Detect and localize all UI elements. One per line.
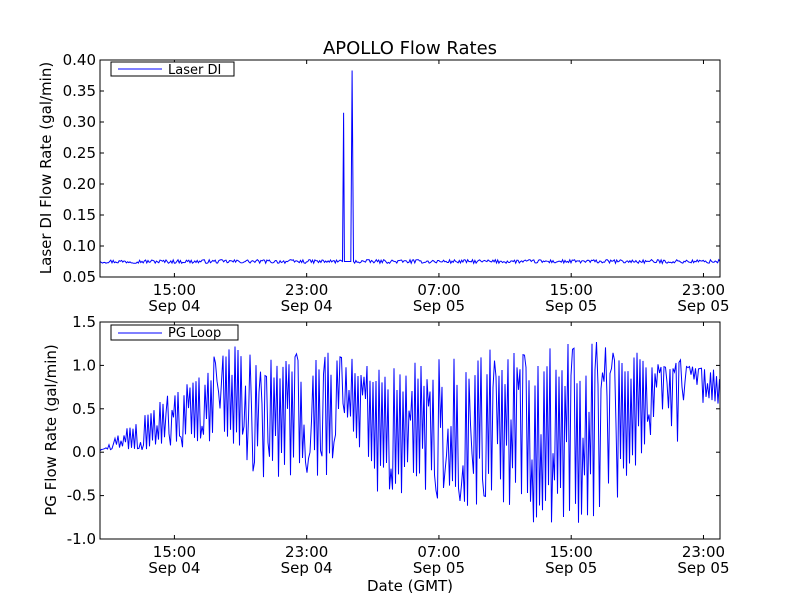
x-tick-date-label: Sep 04 — [281, 559, 333, 577]
x-tick-date-label: Sep 04 — [281, 297, 333, 315]
y-tick-label: -1.0 — [67, 530, 96, 548]
laser-di-y-axis-label: Laser DI Flow Rate (gal/min) — [37, 62, 55, 274]
chart-title: APOLLO Flow Rates — [323, 38, 497, 59]
y-tick-label: 1.5 — [72, 313, 96, 331]
x-tick-date-label: Sep 04 — [148, 297, 200, 315]
y-tick-label: 0.40 — [63, 51, 96, 69]
y-tick-label: 0.25 — [63, 144, 96, 162]
x-tick-date-label: Sep 05 — [413, 297, 465, 315]
y-tick-label: 0.30 — [63, 113, 96, 131]
y-tick-label: 0.0 — [72, 443, 96, 461]
pg-loop-legend-label: PG Loop — [168, 326, 221, 341]
y-tick-label: -0.5 — [67, 487, 96, 505]
x-tick-date-label: Sep 05 — [545, 297, 597, 315]
y-tick-label: 0.35 — [63, 82, 96, 100]
figure-canvas: APOLLO Flow Rates 0.05 0.10 0.15 0.20 0.25 0.… — [0, 0, 800, 600]
x-tick-date-label: Sep 05 — [413, 559, 465, 577]
y-tick-label: 0.05 — [63, 268, 96, 286]
pg-loop-y-axis-label: PG Flow Rate (gal/min) — [42, 344, 60, 516]
pg-loop-legend: PG Loop — [110, 324, 239, 341]
y-tick-label: 0.20 — [63, 175, 96, 193]
y-tick-label: 1.0 — [72, 356, 96, 374]
y-tick-label: 0.5 — [72, 400, 96, 418]
x-axis-label: Date (GMT) — [367, 577, 453, 595]
x-tick-date-label: Sep 04 — [148, 559, 200, 577]
x-tick-date-label: Sep 05 — [677, 297, 729, 315]
x-tick-date-label: Sep 05 — [677, 559, 729, 577]
y-tick-label: 0.10 — [63, 237, 96, 255]
laser-di-legend-label: Laser DI — [168, 63, 221, 78]
y-tick-label: 0.15 — [63, 206, 96, 224]
x-tick-date-label: Sep 05 — [545, 559, 597, 577]
laser-di-legend: Laser DI — [110, 61, 235, 78]
